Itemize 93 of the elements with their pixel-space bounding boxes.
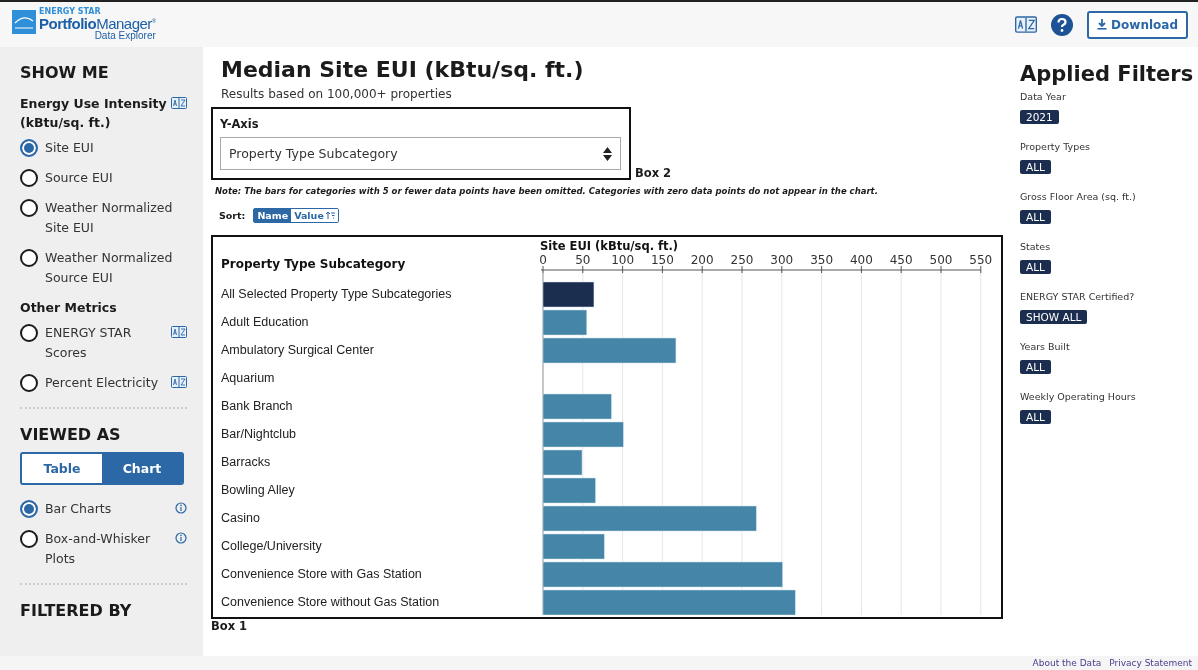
sidebar-title: FILTERED BY	[20, 601, 133, 620]
category-label: Adult Education	[221, 315, 309, 329]
category-label: Convenience Store with Gas Station	[221, 567, 422, 581]
chart-title: Property Type Subcategory	[221, 257, 406, 271]
tick-label: 300	[770, 253, 794, 267]
category-label: Convenience Store without Gas Station	[221, 595, 440, 609]
filter-chip: ALL	[1020, 160, 1051, 174]
tick-label: 100	[611, 253, 635, 267]
bar	[542, 393, 612, 420]
section-heading: Energy Use Intensity (kBtu/sq. ft.)	[20, 95, 168, 132]
section-heading: Other Metrics	[20, 299, 117, 317]
radio-label[interactable]: Box-and-Whisker Plots	[45, 529, 168, 569]
logo-product: PortfolioManager$^{®}$	[39, 16, 156, 31]
radio-label[interactable]: Percent Electricity	[45, 373, 164, 393]
chart-note: Note: The bars for categories with 5 or fewer data points have been omitted. Categories with zero data points do not appear in the chart.	[215, 186, 879, 196]
logo-icon	[12, 10, 36, 34]
filter-chip: ALL	[1020, 260, 1051, 274]
category-label: Bank Branch	[221, 399, 293, 413]
radio-label[interactable]: ENERGY STAR Scores	[45, 323, 164, 363]
view-toggle-button[interactable]: Chart	[102, 454, 182, 483]
radio-button[interactable]	[20, 500, 38, 518]
up-down-arrows-icon	[603, 146, 612, 161]
tick-label: 350	[810, 253, 834, 267]
filter-label: Data Year	[1020, 91, 1067, 102]
glossary-icon[interactable]	[1015, 16, 1038, 33]
sidebar-title: VIEWED AS	[20, 425, 122, 444]
radio-button[interactable]	[20, 374, 38, 392]
box-annotation: Box 2	[635, 166, 672, 180]
help-icon[interactable]	[1051, 13, 1074, 36]
filter-label: States	[1020, 241, 1052, 252]
tick-label: 450	[889, 253, 913, 267]
axis-title: Site EUI (kBtu/sq. ft.)	[540, 239, 679, 253]
panel-title: Applied Filters	[1020, 61, 1195, 87]
filter-chip: 2021	[1020, 110, 1059, 124]
radio-button[interactable]	[20, 324, 38, 342]
radio-button[interactable]	[20, 199, 38, 217]
filter-chip: ALL	[1020, 210, 1051, 224]
radio-label[interactable]: Weather Normalized Source EUI	[45, 248, 187, 288]
footer-link[interactable]: Privacy Statement	[1109, 657, 1192, 669]
view-toggle-button[interactable]: Table	[22, 454, 102, 483]
filter-label: Property Types	[1020, 141, 1091, 152]
download-button[interactable]: Download	[1087, 10, 1188, 39]
category-label: Barracks	[221, 455, 271, 469]
glossary-icon[interactable]	[171, 376, 187, 388]
filter-label: Years Built	[1020, 341, 1071, 352]
category-label: All Selected Property Type Subcategories	[221, 287, 452, 301]
tick-label: 150	[650, 253, 674, 267]
radio-button[interactable]	[20, 249, 38, 267]
filter-chip: ALL	[1020, 360, 1051, 374]
footer-link[interactable]: About the Data	[1032, 657, 1102, 669]
field-label: Y-Axis	[220, 117, 260, 131]
category-label: Casino	[221, 511, 260, 525]
radio-label[interactable]: Source EUI	[45, 168, 187, 188]
tick-label: 550	[969, 253, 993, 267]
category-label: College/University	[221, 539, 322, 553]
tick-label: 50	[575, 253, 591, 267]
logo-subtitle: Data Explorer	[94, 31, 156, 41]
sort-label: Sort:	[219, 210, 246, 221]
bar	[542, 281, 595, 308]
box-annotation: Box 1	[211, 619, 249, 633]
glossary-icon[interactable]	[171, 326, 187, 338]
radio-label[interactable]: Weather Normalized Site EUI	[45, 198, 187, 238]
sort-button[interactable]: Name	[254, 209, 292, 222]
radio-button[interactable]	[20, 139, 38, 157]
page-subtitle: Results based on 100,000+ properties	[221, 87, 453, 101]
glossary-icon[interactable]	[171, 97, 187, 109]
tick-label: 0	[539, 253, 547, 267]
category-label: Bowling Alley	[221, 483, 295, 497]
radio-button[interactable]	[20, 530, 38, 548]
filter-chip: ALL	[1020, 410, 1051, 424]
sort-icon	[325, 211, 335, 220]
download-icon	[1097, 19, 1108, 30]
filter-label: Weekly Operating Hours	[1020, 391, 1137, 402]
sort-button[interactable]: Value	[291, 209, 338, 222]
category-label: Ambulatory Surgical Center	[221, 343, 374, 357]
sidebar-title: SHOW ME	[20, 63, 110, 82]
category-label: Aquarium	[221, 371, 275, 385]
radio-button[interactable]	[20, 169, 38, 187]
category-label: Bar/Nightclub	[221, 427, 297, 441]
filter-chip: SHOW ALL	[1020, 310, 1088, 324]
radio-label[interactable]: Bar Charts	[45, 499, 168, 519]
page-title: Median Site EUI (kBtu/sq. ft.)	[221, 57, 585, 82]
info-icon[interactable]	[175, 532, 187, 544]
logo-brand: ENERGY STAR	[39, 8, 102, 16]
tick-label: 200	[690, 253, 714, 267]
filter-label: ENERGY STAR Certified?	[1020, 291, 1136, 302]
info-icon[interactable]	[175, 502, 187, 514]
radio-label[interactable]: Site EUI	[45, 138, 187, 158]
y-axis-select[interactable]: Property Type Subcategory	[220, 137, 621, 170]
filter-label: Gross Floor Area (sq. ft.)	[1020, 191, 1137, 202]
tick-label: 250	[730, 253, 754, 267]
tick-label: 400	[849, 253, 873, 267]
tick-label: 500	[929, 253, 953, 267]
